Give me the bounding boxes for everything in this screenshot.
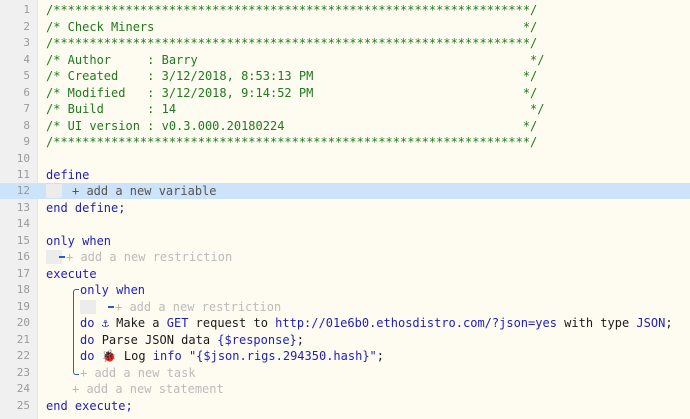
log-statement[interactable]: do 🐞 Log info "{$json.rigs.294350.hash}"… bbox=[80, 348, 384, 364]
anchor-icon: ⚓ bbox=[101, 316, 109, 330]
comment-border: /***************************************… bbox=[46, 36, 538, 50]
line-number: 10 bbox=[16, 151, 30, 165]
code-line[interactable]: 21 do Parse JSON data {$response}; bbox=[0, 332, 690, 348]
code-line[interactable]: 3 /**************************************… bbox=[0, 35, 690, 51]
code-line[interactable]: 5 /* Created : 3/12/2018, 8:53:13 PM */ bbox=[0, 68, 690, 84]
line-number: 17 bbox=[16, 266, 30, 280]
code-line-active[interactable]: 12 + add a new variable bbox=[0, 183, 690, 200]
semicolon: ; bbox=[376, 349, 385, 363]
log-string[interactable]: "{$json.rigs.294350.hash}" bbox=[189, 349, 377, 363]
line-number: 6 bbox=[23, 85, 30, 99]
do-keyword: do bbox=[80, 349, 95, 363]
line-number: 24 bbox=[16, 382, 30, 395]
log-text: Log bbox=[123, 349, 146, 363]
code-line[interactable]: 11 define bbox=[0, 167, 690, 183]
with-type-text: with type bbox=[564, 316, 630, 330]
code-line[interactable]: 9 /**************************************… bbox=[0, 134, 690, 150]
line-number: 2 bbox=[23, 19, 30, 33]
code-line[interactable]: 13 end define; bbox=[0, 200, 690, 216]
code-line[interactable]: 2 /* Check Miners */ bbox=[0, 19, 690, 35]
code-line[interactable]: 24 + add a new statement bbox=[0, 381, 690, 397]
line-number: 4 bbox=[23, 52, 30, 66]
block-bracket bbox=[73, 289, 79, 375]
line-number: 13 bbox=[16, 200, 30, 214]
line-number: 19 bbox=[16, 299, 30, 313]
add-variable-button[interactable]: + add a new variable bbox=[72, 183, 217, 199]
code-line[interactable]: 4 /* Author : Barry */ bbox=[0, 52, 690, 68]
request-to-text: request to bbox=[195, 316, 268, 330]
code-line[interactable]: 10 bbox=[0, 151, 690, 167]
do-keyword: do bbox=[80, 316, 95, 330]
line-number: 1 bbox=[23, 3, 30, 16]
line-number: 21 bbox=[16, 332, 30, 346]
line-number: 22 bbox=[16, 349, 30, 362]
json-type[interactable]: JSON bbox=[636, 316, 665, 330]
execute-keyword[interactable]: execute bbox=[46, 266, 97, 282]
semicolon: ; bbox=[665, 316, 673, 330]
code-line[interactable]: 16 + add a new restriction bbox=[0, 249, 690, 265]
code-line[interactable]: 19 + add a new restriction bbox=[0, 299, 690, 315]
define-keyword[interactable]: define bbox=[46, 167, 89, 183]
semicolon: ; bbox=[296, 332, 305, 347]
do-keyword: do bbox=[80, 332, 95, 347]
indent-block bbox=[46, 184, 62, 198]
code-line[interactable]: 1 /**************************************… bbox=[0, 2, 690, 18]
make-a-text: Make a bbox=[116, 316, 160, 330]
comment-modified: /* Modified : 3/12/2018, 9:14:52 PM */ bbox=[46, 85, 538, 100]
add-task-button[interactable]: + add a new task bbox=[80, 365, 196, 381]
bug-icon: 🐞 bbox=[101, 349, 117, 363]
line-number: 18 bbox=[16, 283, 30, 296]
comment-created: /* Created : 3/12/2018, 8:53:13 PM */ bbox=[46, 69, 538, 83]
comment-build: /* Build : 14 */ bbox=[46, 102, 545, 116]
code-line[interactable]: 8 /* UI version : v0.3.000.20180224 */ bbox=[0, 118, 690, 134]
line-number: 9 bbox=[23, 135, 30, 148]
get-request-statement[interactable]: do ⚓ Make a GET request to http://01e6b0… bbox=[80, 315, 673, 331]
line-number: 25 bbox=[16, 398, 30, 412]
comment-author: /* Author : Barry */ bbox=[46, 52, 545, 67]
inner-only-when-keyword[interactable]: only when bbox=[80, 282, 145, 298]
parse-json-text: Parse JSON data bbox=[101, 332, 211, 347]
end-define-keyword[interactable]: end define; bbox=[46, 200, 125, 216]
line-number: 12 bbox=[16, 184, 30, 197]
code-line[interactable]: 25 end execute; bbox=[0, 398, 690, 414]
log-level[interactable]: info bbox=[153, 349, 182, 363]
parse-json-statement[interactable]: do Parse JSON data {$response}; bbox=[80, 332, 304, 348]
end-execute-keyword[interactable]: end execute; bbox=[46, 398, 133, 414]
code-line[interactable]: 6 /* Modified : 3/12/2018, 9:14:52 PM */ bbox=[0, 85, 690, 101]
code-line[interactable]: 17 execute bbox=[0, 266, 690, 282]
code-line[interactable]: 22 do 🐞 Log info "{$json.rigs.294350.has… bbox=[0, 348, 690, 364]
collapse-marker[interactable] bbox=[59, 256, 65, 258]
add-restriction-button[interactable]: + add a new restriction bbox=[115, 299, 281, 315]
line-number: 16 bbox=[16, 250, 30, 263]
add-statement-button[interactable]: + add a new statement bbox=[72, 381, 224, 397]
line-number: 3 bbox=[23, 36, 30, 49]
line-number: 15 bbox=[16, 233, 30, 247]
line-number: 11 bbox=[16, 168, 30, 181]
line-number: 20 bbox=[16, 316, 30, 329]
collapse-marker[interactable] bbox=[108, 305, 114, 308]
line-number: 23 bbox=[16, 365, 30, 379]
line-number: 5 bbox=[23, 69, 30, 82]
code-line[interactable]: 15 only when bbox=[0, 233, 690, 249]
code-line[interactable]: 20 do ⚓ Make a GET request to http://01e… bbox=[0, 315, 690, 331]
code-line[interactable]: 7 /* Build : 14 */ bbox=[0, 101, 690, 117]
get-method[interactable]: GET bbox=[167, 316, 189, 330]
comment-ui-version: /* UI version : v0.3.000.20180224 */ bbox=[46, 118, 538, 133]
code-line[interactable]: 18 only when bbox=[0, 282, 690, 298]
comment-border: /***************************************… bbox=[46, 3, 538, 17]
add-restriction-button[interactable]: + add a new restriction bbox=[66, 249, 232, 265]
line-number: 7 bbox=[23, 102, 30, 115]
code-editor[interactable]: 1 /**************************************… bbox=[0, 0, 690, 419]
code-line[interactable]: 23 + add a new task bbox=[0, 365, 690, 381]
request-url[interactable]: http://01e6b0.ethosdistro.com/?json=yes bbox=[275, 316, 557, 330]
line-number: 14 bbox=[16, 217, 30, 230]
code-line[interactable]: 14 bbox=[0, 216, 690, 232]
comment-title: /* Check Miners */ bbox=[46, 19, 538, 34]
line-number: 8 bbox=[23, 118, 30, 132]
indent-block bbox=[80, 299, 96, 314]
comment-border: /***************************************… bbox=[46, 135, 538, 149]
only-when-keyword[interactable]: only when bbox=[46, 233, 111, 249]
response-variable[interactable]: {$response} bbox=[217, 333, 296, 347]
